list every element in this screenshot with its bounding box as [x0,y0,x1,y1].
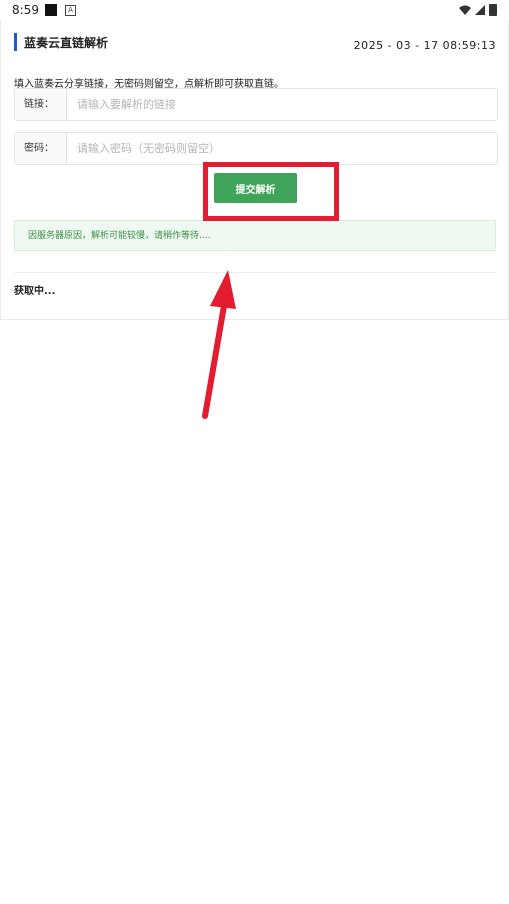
server-notice: 因服务器原因，解析可能较慢，请稍作等待.... [14,220,496,251]
link-input[interactable] [67,89,497,120]
loading-status: 获取中... [14,286,56,297]
status-icons [459,3,497,17]
page-title: 蓝奏云直链解析 [24,36,109,50]
signal-icon [475,5,485,15]
notification-a-icon: A [65,5,76,16]
datetime-display: 2025 - 03 - 17 08:59:13 [353,39,496,52]
battery-icon [489,4,497,16]
link-field: 链接： [14,88,498,121]
status-bar: 8:59 A [0,0,509,20]
password-input[interactable] [67,133,497,164]
annotation-highlight-box [203,162,339,221]
link-field-label: 链接： [15,89,67,120]
wifi-icon [459,5,471,15]
divider [14,272,496,273]
status-time: 8:59 [12,3,39,17]
notification-square-icon [45,4,57,16]
password-field: 密码： [14,132,498,165]
password-field-label: 密码： [15,133,67,164]
title-accent-bar [14,33,17,51]
